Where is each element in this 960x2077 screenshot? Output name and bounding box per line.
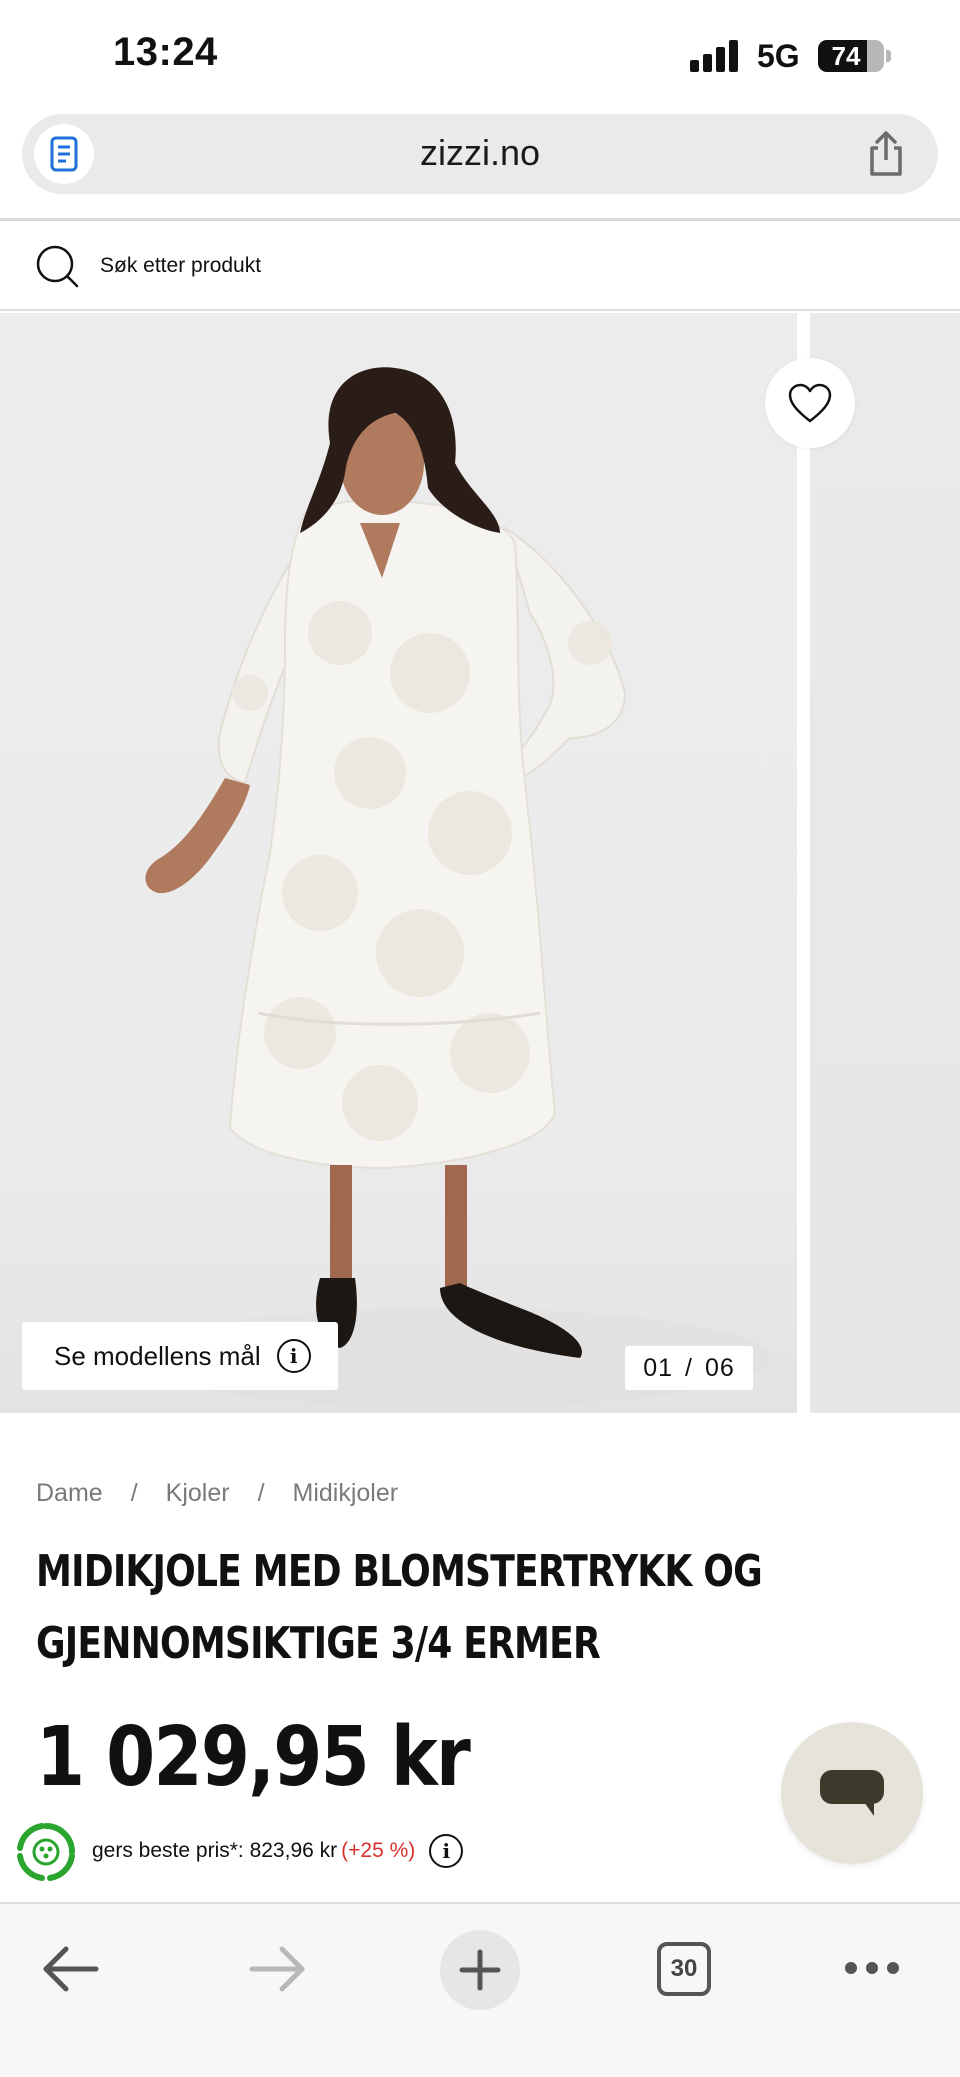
search-icon[interactable] (34, 243, 80, 289)
forward-arrow-icon[interactable] (246, 1944, 308, 1994)
product-title-line-1: MIDIKJOLE MED BLOMSTERTRYKK OG (36, 1546, 763, 1597)
browser-toolbar: 30 (0, 1902, 960, 2077)
breadcrumb-separator: / (257, 1479, 265, 1507)
current-image: 01 (643, 1353, 674, 1382)
breadcrumb: Dame / Kjoler / Midikjoler (36, 1479, 398, 1508)
product-gallery[interactable]: Se modellens mål i 01 / 06 (0, 313, 960, 1413)
network-type: 5G (757, 38, 800, 74)
status-time: 13:24 (113, 30, 218, 74)
search-input[interactable] (100, 243, 800, 289)
cellular-signal-icon (690, 40, 740, 72)
battery-percent: 74 (831, 41, 861, 71)
battery-tip (886, 50, 891, 62)
info-icon[interactable]: i (429, 1834, 464, 1868)
share-icon[interactable] (864, 130, 908, 178)
best-price-text: gers beste pris*: 823,96 kr (92, 1839, 338, 1862)
model-measurements-label: Se modellens mål (54, 1340, 261, 1371)
tab-count: 30 (670, 1955, 698, 1982)
plus-icon[interactable] (440, 1930, 520, 2010)
status-bar: 13:24 5G 74 (0, 0, 960, 110)
product-title: MIDIKJOLE MED BLOMSTERTRYKK OG GJENNOMSI… (36, 1536, 774, 1680)
search-bar (0, 221, 960, 311)
breadcrumb-separator: / (130, 1479, 138, 1507)
breadcrumb-item-midikjoler[interactable]: Midikjoler (293, 1479, 399, 1508)
recycle-icon (14, 1820, 78, 1884)
more-icon[interactable] (845, 1960, 899, 1976)
info-icon: i (276, 1339, 311, 1373)
counter-separator: / (685, 1353, 693, 1382)
breadcrumb-item-kjoler[interactable]: Kjoler (166, 1479, 230, 1508)
best-price-info: gers beste pris*: 823,96 kr (+25 %) i (92, 1834, 464, 1868)
url-text[interactable]: zizzi.no (22, 132, 938, 174)
product-title-line-2: GJENNOMSIKTIGE 3/4 ERMER (36, 1618, 601, 1669)
back-arrow-icon[interactable] (40, 1944, 102, 1994)
battery-icon: 74 (818, 40, 884, 72)
breadcrumb-item-dame[interactable]: Dame (36, 1479, 103, 1508)
model-measurements-button[interactable]: Se modellens mål i (22, 1322, 338, 1390)
address-bar[interactable]: zizzi.no (22, 114, 938, 194)
tabs-icon[interactable]: 30 (657, 1942, 711, 1996)
model-illustration (130, 367, 770, 1408)
product-price: 1 029,95 kr (36, 1710, 471, 1805)
best-price-change: (+25 %) (341, 1839, 416, 1862)
total-images: 06 (704, 1353, 735, 1382)
image-counter: 01 / 06 (625, 1346, 753, 1390)
next-product-image[interactable] (810, 313, 960, 1413)
chat-icon (820, 1770, 884, 1816)
chat-button[interactable] (781, 1722, 923, 1864)
product-image[interactable]: Se modellens mål i 01 / 06 (0, 313, 797, 1413)
heart-icon[interactable] (765, 358, 855, 448)
